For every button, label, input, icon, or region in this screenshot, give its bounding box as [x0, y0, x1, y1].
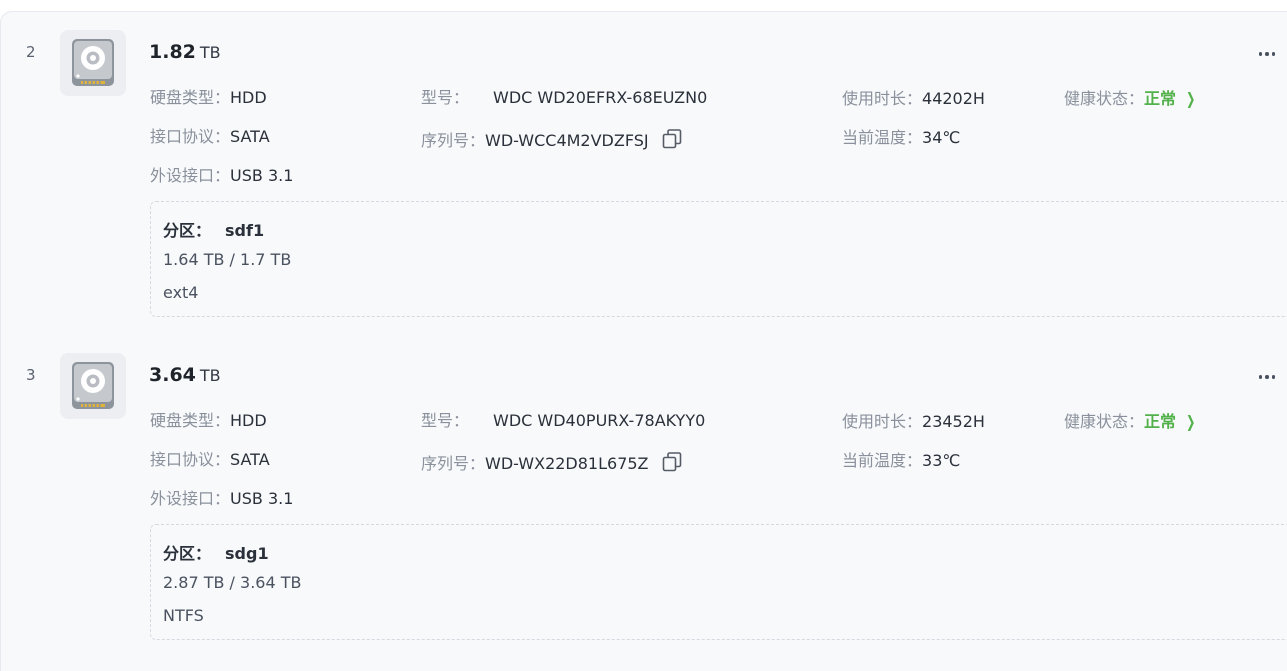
serial-value: WD-WX22D81L675Z: [485, 454, 649, 473]
port-value: USB 3.1: [230, 489, 294, 508]
protocol-row: 接口协议：SATA: [150, 127, 270, 147]
model-row: 型号： WDC WD20EFRX-68EUZN0: [421, 88, 707, 108]
disk-type-row: 硬盘类型：HDD: [150, 411, 267, 431]
partition-name: sdg1: [225, 544, 269, 563]
capacity-unit: TB: [199, 43, 221, 62]
temp-row: 当前温度：33℃: [842, 451, 960, 471]
disk-capacity: 1.82 TB: [149, 41, 221, 63]
disk-capacity: 3.64 TB: [149, 364, 221, 386]
disk-type-value: HDD: [230, 411, 267, 430]
more-horizontal-icon: [1258, 375, 1263, 379]
partition-card: 分区： sdf1 1.64 TB / 1.7 TB ext4: [150, 201, 1287, 317]
disk-index: 3: [26, 366, 36, 384]
model-row: 型号： WDC WD40PURX-78AKYY0: [421, 411, 705, 431]
partition-label: 分区：: [163, 544, 212, 563]
model-label: 型号：: [421, 411, 470, 430]
protocol-value: SATA: [230, 127, 270, 146]
partition-title: 分区： sdg1: [163, 540, 269, 564]
more-horizontal-icon: [1258, 52, 1263, 56]
hours-value: 44202H: [922, 89, 985, 108]
hard-disk-icon: [60, 30, 126, 96]
health-status-link[interactable]: 健康状态：正常 ❯: [1064, 412, 1197, 432]
partition-filesystem: NTFS: [163, 606, 204, 625]
more-dot: [1271, 52, 1276, 56]
serial-label: 序列号：: [421, 454, 486, 473]
partition-label: 分区：: [163, 221, 212, 240]
model-value: WDC WD20EFRX-68EUZN0: [493, 88, 708, 107]
more-dot: [1265, 375, 1269, 379]
temp-value: 34℃: [922, 128, 961, 147]
disk-index: 2: [26, 43, 36, 61]
copy-icon[interactable]: [661, 128, 683, 155]
capacity-unit: TB: [199, 366, 221, 385]
more-dot: [1265, 52, 1269, 56]
serial-row: 序列号：WD-WCC4M2VDZFSJ: [421, 128, 683, 155]
health-label: 健康状态：: [1064, 412, 1145, 431]
hours-value: 23452H: [922, 412, 985, 431]
chevron-right-icon: ❯: [1186, 89, 1196, 108]
port-row: 外设接口：USB 3.1: [150, 166, 293, 186]
port-label: 外设接口：: [150, 489, 231, 508]
disk-type-label: 硬盘类型：: [150, 88, 231, 107]
temp-row: 当前温度：34℃: [842, 128, 960, 148]
more-options-button[interactable]: [1254, 45, 1280, 63]
health-value: 正常: [1144, 412, 1177, 431]
serial-row: 序列号：WD-WX22D81L675Z: [421, 451, 683, 478]
hours-row: 使用时长：44202H: [842, 89, 985, 109]
model-label: 型号：: [421, 88, 470, 107]
capacity-value: 1.82: [149, 41, 196, 63]
hours-row: 使用时长：23452H: [842, 412, 985, 432]
hours-label: 使用时长：: [842, 89, 923, 108]
temp-value: 33℃: [922, 451, 961, 470]
disk-type-value: HDD: [230, 88, 267, 107]
partition-usage: 1.64 TB / 1.7 TB: [163, 250, 292, 269]
chevron-right-icon: ❯: [1186, 412, 1196, 431]
partition-card: 分区： sdg1 2.87 TB / 3.64 TB NTFS: [150, 524, 1287, 640]
hard-disk-icon: [60, 353, 126, 419]
port-label: 外设接口：: [150, 166, 231, 185]
copy-icon[interactable]: [661, 451, 683, 478]
protocol-row: 接口协议：SATA: [150, 450, 270, 470]
disk-type-label: 硬盘类型：: [150, 411, 231, 430]
port-value: USB 3.1: [230, 166, 294, 185]
health-value: 正常: [1144, 89, 1177, 108]
temp-label: 当前温度：: [842, 451, 923, 470]
disk-type-row: 硬盘类型：HDD: [150, 88, 267, 108]
temp-label: 当前温度：: [842, 128, 923, 147]
serial-label: 序列号：: [421, 131, 486, 150]
protocol-value: SATA: [230, 450, 270, 469]
capacity-value: 3.64: [149, 364, 196, 386]
more-options-button[interactable]: [1254, 368, 1280, 386]
partition-title: 分区： sdf1: [163, 217, 264, 241]
health-label: 健康状态：: [1064, 89, 1145, 108]
protocol-label: 接口协议：: [150, 450, 231, 469]
serial-value: WD-WCC4M2VDZFSJ: [485, 131, 649, 150]
more-dot: [1271, 375, 1276, 379]
protocol-label: 接口协议：: [150, 127, 231, 146]
health-status-link[interactable]: 健康状态：正常 ❯: [1064, 89, 1197, 109]
port-row: 外设接口：USB 3.1: [150, 489, 293, 509]
hours-label: 使用时长：: [842, 412, 923, 431]
partition-name: sdf1: [225, 221, 265, 240]
partition-usage: 2.87 TB / 3.64 TB: [163, 573, 302, 592]
partition-filesystem: ext4: [163, 283, 199, 302]
model-value: WDC WD40PURX-78AKYY0: [493, 411, 706, 430]
